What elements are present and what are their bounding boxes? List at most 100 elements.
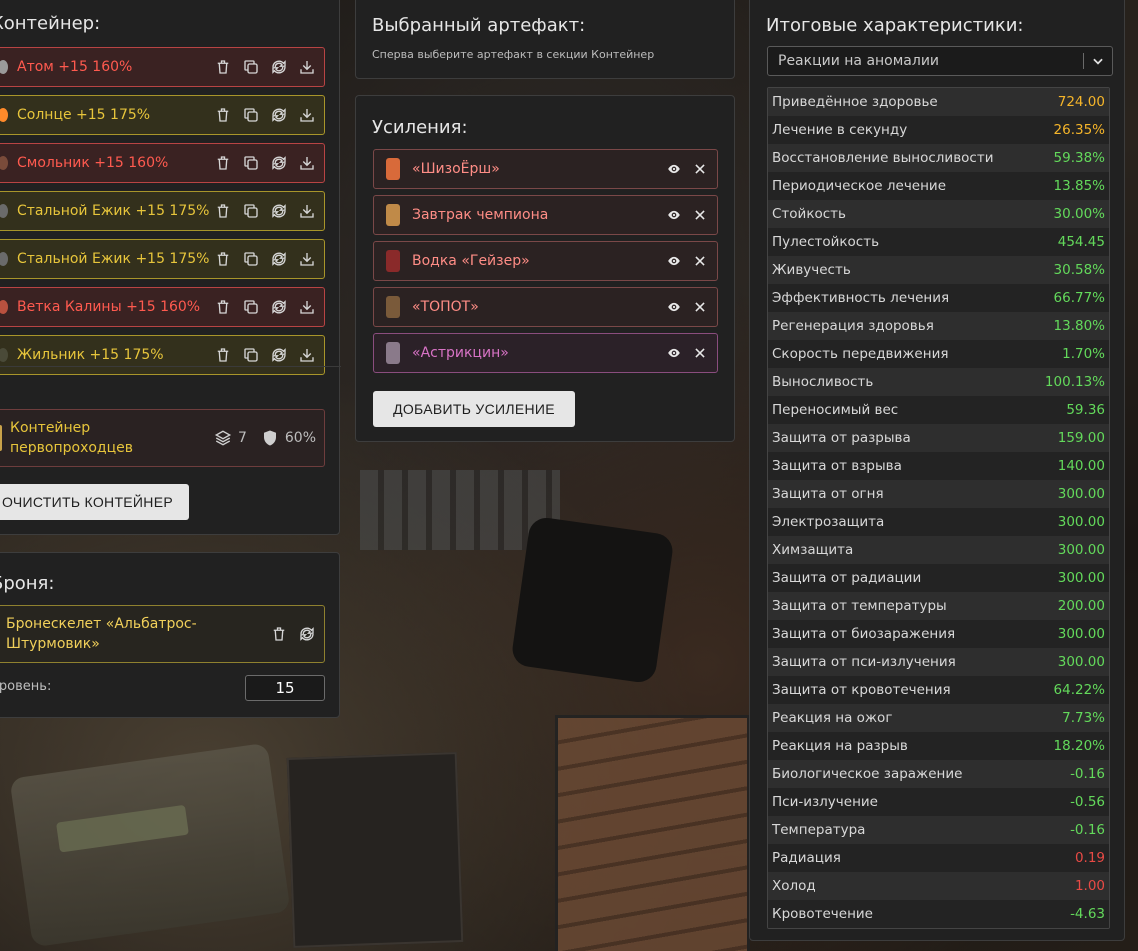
- artifact-row[interactable]: Солнце +15 175%: [0, 95, 325, 135]
- delete-icon[interactable]: [214, 202, 232, 220]
- stat-value: 1.70%: [1062, 346, 1105, 362]
- eye-icon[interactable]: [667, 300, 681, 314]
- artifact-label: Стальной Ежик +15 175%: [17, 251, 210, 267]
- stat-name: Защита от биозаражения: [772, 626, 956, 642]
- close-icon[interactable]: [693, 208, 707, 222]
- download-icon[interactable]: [298, 346, 316, 364]
- stat-value: 200.00: [1057, 598, 1105, 614]
- bowl-icon: [386, 204, 400, 226]
- boost-row[interactable]: «ШизоЁрш»: [373, 149, 718, 189]
- stat-name: Защита от пси-излучения: [772, 654, 956, 670]
- clear-container-button[interactable]: ОЧИСТИТЬ КОНТЕЙНЕР: [0, 484, 189, 520]
- copy-icon[interactable]: [242, 250, 260, 268]
- eye-icon[interactable]: [667, 254, 681, 268]
- stat-row: Температура -0.16: [768, 816, 1109, 844]
- armor-card[interactable]: Бронескелет «Альбатрос-Штурмовик»: [0, 605, 325, 663]
- delete-icon[interactable]: [214, 58, 232, 76]
- stat-row: Биологическое заражение -0.16: [768, 760, 1109, 788]
- artifact-row[interactable]: Стальной Ежик +15 175%: [0, 191, 325, 231]
- download-icon[interactable]: [298, 250, 316, 268]
- syringe-icon: [386, 342, 400, 364]
- level-input[interactable]: [245, 675, 325, 701]
- boost-label: «Астрикцин»: [412, 345, 509, 361]
- download-icon[interactable]: [298, 106, 316, 124]
- stat-name: Температура: [772, 822, 866, 838]
- delete-icon[interactable]: [214, 154, 232, 172]
- delete-icon[interactable]: [214, 250, 232, 268]
- stat-value: 26.35%: [1053, 122, 1105, 138]
- replace-icon[interactable]: [270, 58, 288, 76]
- artifact-label: Ветка Калины +15 160%: [17, 299, 201, 315]
- delete-icon[interactable]: [214, 298, 232, 316]
- artifact-row[interactable]: Жильник +15 175%: [0, 335, 325, 375]
- copy-icon[interactable]: [242, 202, 260, 220]
- selected-artifact-title: Выбранный артефакт:: [372, 15, 586, 36]
- stat-value: 1.00: [1074, 878, 1105, 894]
- replace-icon[interactable]: [270, 106, 288, 124]
- download-icon[interactable]: [298, 58, 316, 76]
- stat-value: 64.22%: [1053, 682, 1105, 698]
- replace-icon[interactable]: [270, 250, 288, 268]
- artifact-row[interactable]: Стальной Ежик +15 175%: [0, 239, 325, 279]
- chevron-down-icon[interactable]: [1084, 54, 1112, 68]
- boosts-title: Усиления:: [372, 117, 468, 138]
- container-card[interactable]: Контейнер первопроходцев 7 60%: [0, 409, 325, 467]
- artifact-label: Смольник +15 160%: [17, 155, 169, 171]
- stat-value: 300.00: [1057, 654, 1105, 670]
- delete-icon[interactable]: [214, 106, 232, 124]
- copy-icon[interactable]: [242, 346, 260, 364]
- stat-row: Защита от огня 300.00: [768, 480, 1109, 508]
- stat-name: Химзащита: [772, 542, 854, 558]
- replace-icon[interactable]: [270, 298, 288, 316]
- eye-icon[interactable]: [667, 346, 681, 360]
- close-icon[interactable]: [693, 162, 707, 176]
- stat-value: 724.00: [1057, 94, 1105, 110]
- copy-icon[interactable]: [242, 298, 260, 316]
- close-icon[interactable]: [693, 300, 707, 314]
- container-protection: 60%: [284, 430, 316, 446]
- stat-name: Холод: [772, 878, 816, 894]
- artifact-row[interactable]: Атом +15 160%: [0, 47, 325, 87]
- eye-icon[interactable]: [667, 162, 681, 176]
- stat-name: Приведённое здоровье: [772, 94, 938, 110]
- replace-icon[interactable]: [270, 346, 288, 364]
- boost-label: «ТОПОТ»: [412, 299, 479, 315]
- stat-value: 59.36: [1066, 402, 1105, 418]
- delete-icon[interactable]: [214, 346, 232, 364]
- stat-value: 454.45: [1057, 234, 1105, 250]
- artifact-icon: [0, 348, 8, 362]
- stat-value: -0.56: [1070, 794, 1105, 810]
- stats-filter-select[interactable]: Реакции на аномалии: [767, 46, 1113, 76]
- copy-icon[interactable]: [242, 154, 260, 172]
- stat-name: Защита от температуры: [772, 598, 947, 614]
- stat-name: Защита от разрыва: [772, 430, 911, 446]
- boost-row[interactable]: Водка «Гейзер»: [373, 241, 718, 281]
- artifact-row[interactable]: Ветка Калины +15 160%: [0, 287, 325, 327]
- eye-icon[interactable]: [667, 208, 681, 222]
- add-boost-button[interactable]: ДОБАВИТЬ УСИЛЕНИЕ: [373, 391, 575, 427]
- close-icon[interactable]: [693, 346, 707, 360]
- replace-icon[interactable]: [298, 625, 316, 643]
- artifact-label: Солнце +15 175%: [17, 107, 151, 123]
- background-backpack: [510, 515, 675, 685]
- copy-icon[interactable]: [242, 58, 260, 76]
- delete-icon[interactable]: [270, 625, 288, 643]
- download-icon[interactable]: [298, 298, 316, 316]
- close-icon[interactable]: [693, 254, 707, 268]
- replace-icon[interactable]: [270, 202, 288, 220]
- copy-icon[interactable]: [242, 106, 260, 124]
- download-icon[interactable]: [298, 202, 316, 220]
- download-icon[interactable]: [298, 154, 316, 172]
- boost-row[interactable]: Завтрак чемпиона: [373, 195, 718, 235]
- artifact-icon: [0, 108, 8, 122]
- stat-value: 0.19: [1074, 850, 1105, 866]
- stat-row: Кровотечение -4.63: [768, 900, 1109, 928]
- stat-name: Пси-излучение: [772, 794, 878, 810]
- stat-name: Кровотечение: [772, 906, 873, 922]
- boost-row[interactable]: «Астрикцин»: [373, 333, 718, 373]
- boost-row[interactable]: «ТОПОТ»: [373, 287, 718, 327]
- artifact-row[interactable]: Смольник +15 160%: [0, 143, 325, 183]
- artifact-label: Атом +15 160%: [17, 59, 133, 75]
- stick-icon: [386, 296, 400, 318]
- replace-icon[interactable]: [270, 154, 288, 172]
